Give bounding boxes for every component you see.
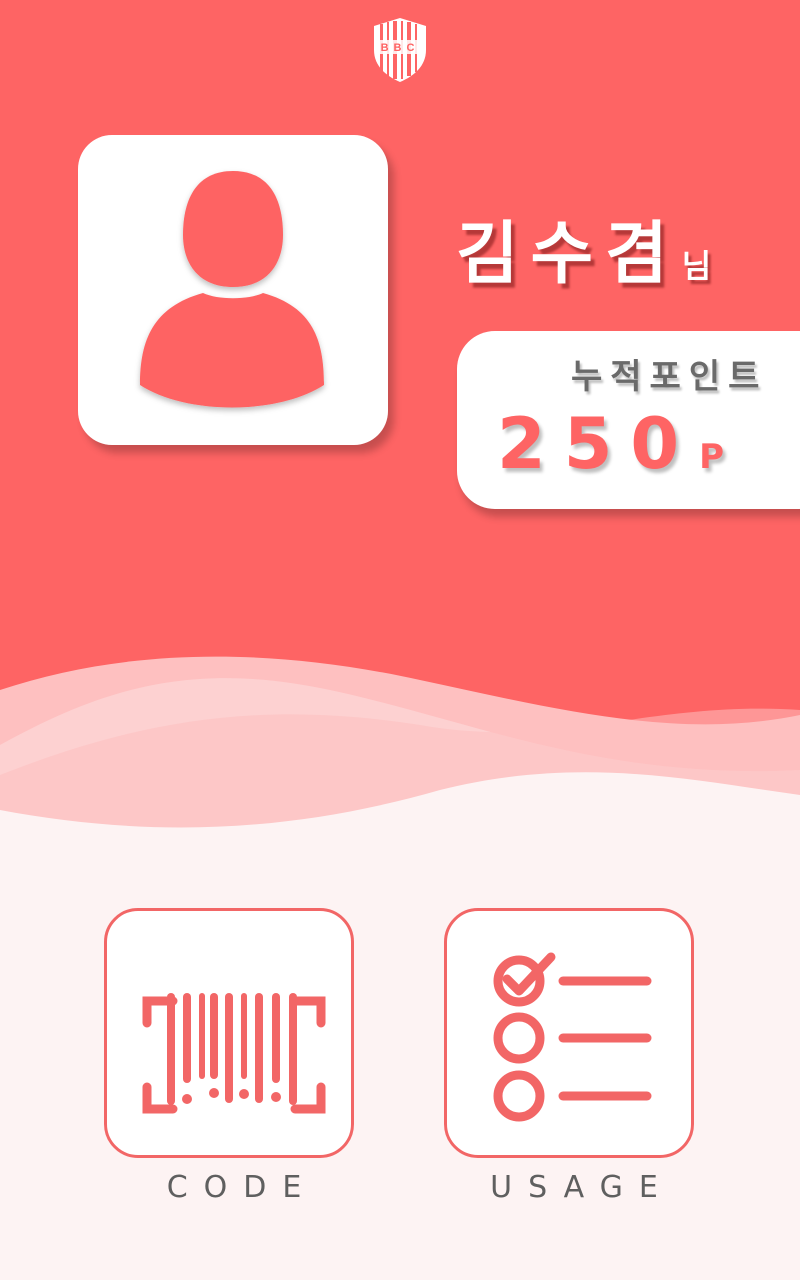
checklist-icon [493,952,652,1122]
points-value: 250 [497,403,698,485]
usage-label[interactable]: USAGE [444,1170,704,1205]
points-card[interactable]: 누적포인트 250P [457,331,800,509]
points-value-row: 250P [497,403,724,485]
barcode-scan-icon [142,993,326,1114]
user-silhouette-icon [140,171,324,408]
usage-button[interactable] [444,908,694,1158]
code-label[interactable]: CODE [104,1170,364,1205]
name-honorific: 님 [681,247,712,285]
profile-name: 김수겸님 [456,198,800,294]
logo-text: BBC [381,42,420,54]
code-button[interactable] [104,908,354,1158]
user-name: 김수겸 [456,215,680,294]
points-unit: P [699,437,725,477]
points-label: 누적포인트 [571,357,768,397]
brand-logo[interactable]: BBC [368,16,432,84]
wave-divider [0,656,800,890]
profile-avatar-card[interactable] [78,135,388,445]
